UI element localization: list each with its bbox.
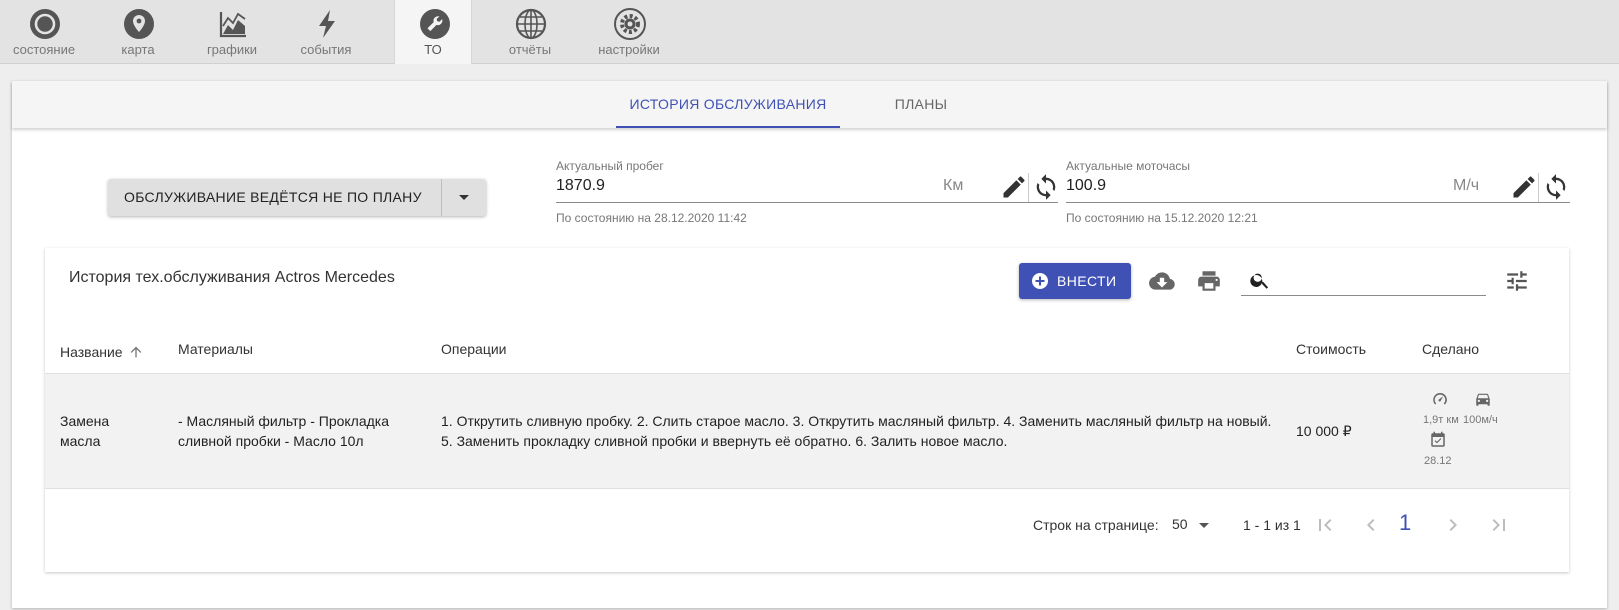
rows-per-page-label: Строк на странице: (1033, 517, 1159, 533)
tab-plans[interactable]: ПЛАНЫ (874, 81, 968, 128)
mileage-unit: Км (943, 177, 964, 194)
motohours-unit: М/ч (1453, 177, 1480, 194)
column-header-done[interactable]: Сделано (1422, 341, 1479, 357)
print-icon[interactable] (1196, 268, 1222, 294)
nav-label: события (300, 42, 352, 57)
nav-item-settings[interactable]: настройки (590, 0, 668, 64)
row-name: Замена масла (60, 413, 110, 449)
calendar-check-icon (1431, 431, 1445, 447)
mileage-hint: По состоянию на 28.12.2020 11:42 (556, 211, 747, 225)
nav-label: состояние (12, 42, 76, 57)
done-mileage: 1,9т км (1423, 414, 1459, 426)
first-page-icon[interactable] (1313, 513, 1337, 537)
column-header-cost[interactable]: Стоимость (1296, 341, 1366, 357)
download-cloud-icon[interactable] (1149, 268, 1175, 294)
row-materials: - Масляный фильтр - Прокладка сливной пр… (178, 413, 390, 449)
nav-item-events[interactable]: события (287, 0, 365, 64)
caret-down-icon (459, 195, 469, 200)
refresh-sync-icon[interactable] (1032, 173, 1060, 201)
separator (1538, 173, 1539, 203)
mileage-field: Актуальный пробег 1870.9 Км По состоянию… (556, 159, 1058, 229)
plan-mode-button[interactable]: ОБСЛУЖИВАНИЕ ВЕДЁТСЯ НЕ ПО ПЛАНУ (108, 179, 442, 216)
wrench-icon (420, 9, 450, 39)
mileage-input[interactable]: 1870.9 (556, 177, 605, 195)
plan-mode-dropdown[interactable] (442, 179, 486, 216)
last-page-icon[interactable] (1487, 513, 1511, 537)
top-navigation: состояние карта графики события ТО отчёт… (0, 0, 1619, 64)
done-hours: 100м/ч (1463, 414, 1498, 426)
sort-ascending-icon[interactable] (128, 344, 144, 360)
speedometer-icon (1433, 392, 1447, 405)
nav-item-maintenance[interactable]: ТО (394, 0, 472, 64)
nav-label: карта (121, 42, 155, 57)
nav-item-reports[interactable]: отчёты (491, 0, 569, 64)
done-date: 28.12 (1424, 455, 1452, 467)
page-range: 1 - 1 из 1 (1243, 517, 1301, 533)
gear-icon (614, 8, 646, 40)
nav-item-charts[interactable]: графики (193, 0, 271, 64)
add-circle-icon (1032, 273, 1048, 289)
previous-page-icon[interactable] (1359, 513, 1383, 537)
table-row[interactable]: Замена масла - Масляный фильтр - Проклад… (45, 374, 1569, 488)
car-icon (1476, 393, 1490, 406)
motohours-input[interactable]: 100.9 (1066, 177, 1106, 195)
nav-item-map[interactable]: карта (99, 0, 177, 64)
motohours-label: Актуальные моточасы (1066, 159, 1191, 173)
motohours-field: Актуальные моточасы 100.9 М/ч По состоян… (1066, 159, 1570, 229)
area-chart-icon (219, 12, 246, 38)
current-page[interactable]: 1 (1399, 510, 1411, 536)
search-icon (1250, 273, 1269, 289)
row-operations: 1. Открутить сливную пробку. 2. Слить ст… (441, 413, 1272, 449)
separator (1028, 173, 1029, 203)
plan-mode-split-button: ОБСЛУЖИВАНИЕ ВЕДЁТСЯ НЕ ПО ПЛАНУ (108, 179, 486, 216)
add-record-label: ВНЕСТИ (1057, 273, 1117, 289)
report-globe-icon (515, 8, 547, 40)
maintenance-history-table: История тех.обслуживания Actros Mercedes… (45, 248, 1569, 572)
row-cost: 10 000 ₽ (1296, 423, 1352, 439)
motohours-hint: По состоянию на 15.12.2020 12:21 (1066, 211, 1258, 225)
tab-history[interactable]: ИСТОРИЯ ОБСЛУЖИВАНИЯ (616, 81, 840, 128)
nav-item-status[interactable]: состояние (5, 0, 83, 64)
lightning-icon (319, 10, 335, 38)
status-circle-icon (30, 9, 60, 39)
map-pin-icon (124, 9, 154, 39)
edit-pencil-icon[interactable] (1000, 173, 1028, 201)
main-panel: ИСТОРИЯ ОБСЛУЖИВАНИЯ ПЛАНЫ ОБСЛУЖИВАНИЕ … (12, 81, 1607, 608)
mileage-underline (556, 202, 1058, 203)
caret-down-icon (1199, 522, 1210, 528)
row-divider (45, 488, 1569, 489)
column-header-materials[interactable]: Материалы (178, 341, 253, 357)
nav-label: графики (206, 42, 258, 57)
nav-label: ТО (424, 42, 442, 57)
mileage-label: Актуальный пробег (556, 159, 664, 173)
add-record-button[interactable]: ВНЕСТИ (1019, 263, 1131, 299)
table-title: История тех.обслуживания Actros Mercedes (69, 269, 395, 286)
column-filter-icon[interactable] (1504, 268, 1530, 294)
next-page-icon[interactable] (1441, 513, 1465, 537)
search-field[interactable] (1241, 266, 1486, 296)
nav-label: отчёты (508, 42, 552, 57)
edit-pencil-icon[interactable] (1510, 173, 1538, 201)
nav-label: настройки (598, 42, 660, 57)
refresh-sync-icon[interactable] (1542, 173, 1570, 201)
tab-bar: ИСТОРИЯ ОБСЛУЖИВАНИЯ ПЛАНЫ (12, 81, 1607, 128)
column-header-name[interactable]: Название (60, 341, 142, 360)
column-header-operations[interactable]: Операции (441, 341, 507, 357)
motohours-underline (1066, 202, 1570, 203)
rows-per-page-select[interactable]: 50 (1172, 516, 1210, 532)
